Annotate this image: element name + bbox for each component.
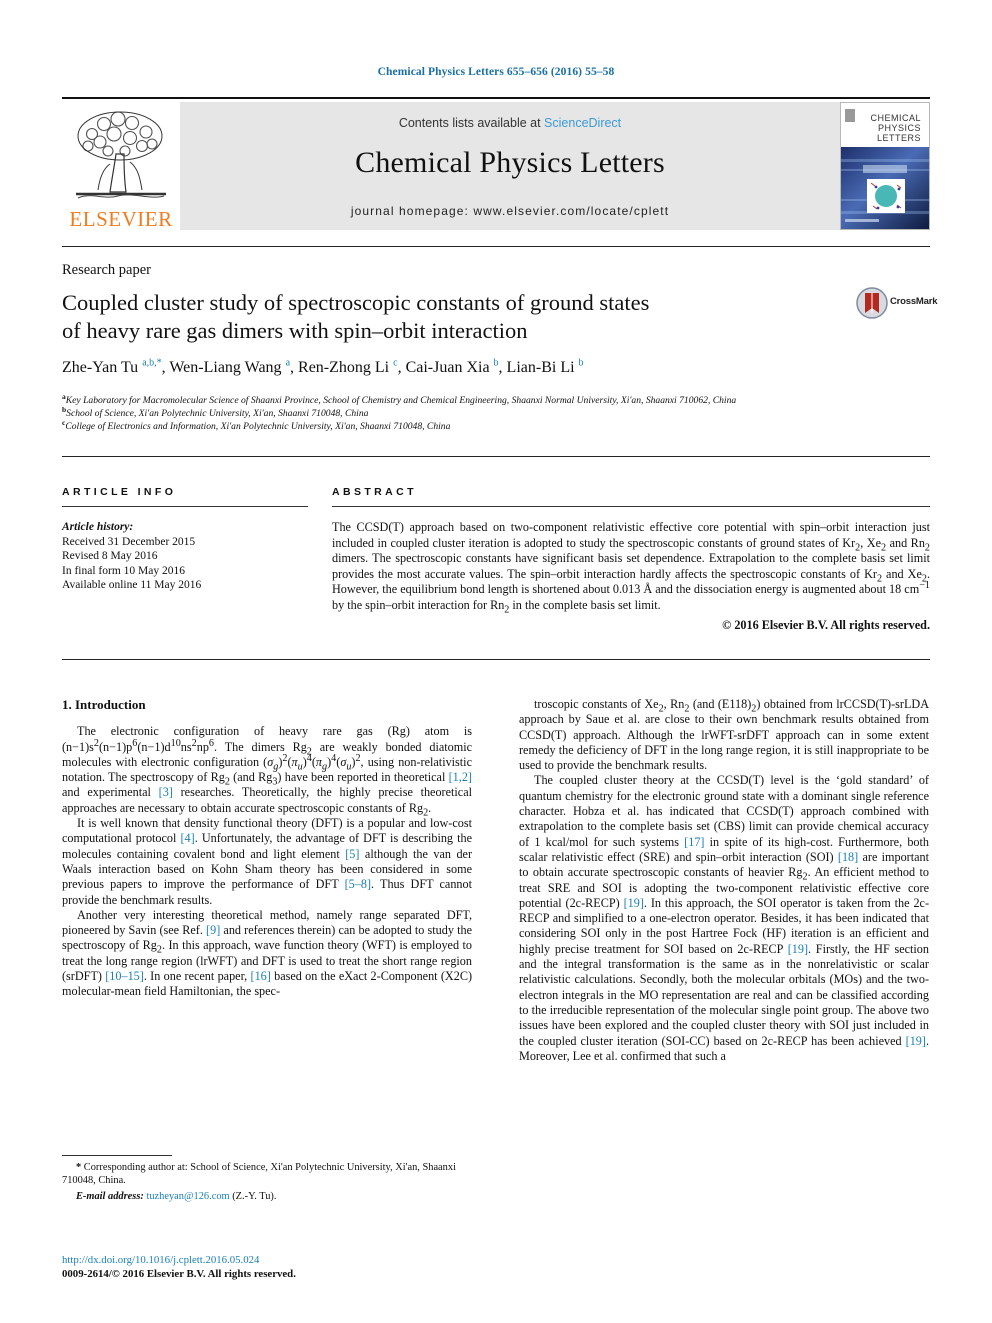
title-line-2: of heavy rare gas dimers with spin–orbit…: [62, 318, 528, 343]
svg-text:CHEMICAL: CHEMICAL: [870, 113, 921, 123]
article-info-column: Article history: Received 31 December 20…: [62, 520, 308, 593]
article-history-final: In final form 10 May 2016: [62, 564, 185, 577]
page-title: Coupled cluster study of spectroscopic c…: [62, 289, 762, 345]
footer-identifiers: http://dx.doi.org/10.1016/j.cplett.2016.…: [62, 1253, 472, 1281]
cover-artwork: CHEMICAL PHYSICS LETTERS: [841, 103, 929, 229]
contents-prefix: Contents lists available at: [398, 116, 545, 130]
affiliation-b: bSchool of Science, Xi'an Polytechnic Un…: [62, 406, 932, 421]
journal-masthead: ELSEVIER Contents lists available at Sci…: [62, 97, 930, 230]
article-history-received: Received 31 December 2015: [62, 535, 196, 548]
abstract-rule: [332, 506, 930, 507]
article-history-online: Available online 11 May 2016: [62, 579, 202, 591]
article-info-rule: [62, 506, 308, 507]
email-link[interactable]: tuzheyan@126.com: [146, 1191, 229, 1202]
article-type: Research paper: [62, 262, 151, 278]
elsevier-tree-icon: [76, 111, 166, 199]
email-attribution: (Z.-Y. Tu).: [232, 1191, 277, 1202]
masthead-center: Contents lists available at ScienceDirec…: [180, 102, 840, 230]
abstract-copyright: © 2016 Elsevier B.V. All rights reserved…: [722, 617, 930, 632]
paragraph: The electronic configuration of heavy ra…: [62, 724, 473, 819]
article-history-label: Article history:: [62, 521, 134, 533]
sciencedirect-link[interactable]: ScienceDirect: [544, 116, 621, 130]
article-page: Chemical Physics Letters 655–656 (2016) …: [0, 0, 992, 1323]
journal-title: Chemical Physics Letters: [355, 146, 665, 179]
corresponding-author-footnote: * Corresponding author at: School of Sci…: [62, 1155, 472, 1203]
article-info-heading: ARTICLE INFO: [62, 486, 177, 498]
running-head: Chemical Physics Letters 655–656 (2016) …: [377, 66, 615, 78]
affiliation-text-a: Key Laboratory for Macromolecular Scienc…: [65, 395, 737, 406]
abstract-heading: ABSTRACT: [332, 486, 417, 498]
paragraph: It is well known that density functional…: [62, 816, 473, 907]
affiliation-a: aKey Laboratory for Macromolecular Scien…: [62, 393, 932, 408]
affiliation-c: cCollege of Electronics and Information,…: [62, 419, 932, 434]
paragraph: The coupled cluster theory at the CCSD(T…: [519, 773, 930, 1063]
contents-available-line: Contents lists available at ScienceDirec…: [180, 116, 840, 130]
paragraph: troscopic constants of Xe2, Rn2 (and (E1…: [519, 697, 929, 773]
section-heading-introduction: 1. Introduction: [62, 697, 146, 712]
abstract-bottom-rule: [62, 659, 930, 660]
crossmark-icon: [856, 287, 888, 319]
abstract-body: The CCSD(T) approach based on two-compon…: [332, 520, 930, 616]
title-line-1: Coupled cluster study of spectroscopic c…: [62, 290, 650, 315]
journal-cover-thumbnail[interactable]: CHEMICAL PHYSICS LETTERS: [840, 102, 930, 230]
masthead-bottom-rule: [62, 246, 930, 247]
email-line: E-mail address: tuzheyan@126.com (Z.-Y. …: [62, 1190, 472, 1203]
body-column-right: troscopic constants of Xe2, Rn2 (and (E1…: [519, 697, 929, 1064]
abstract-column: The CCSD(T) approach based on two-compon…: [332, 520, 930, 633]
affiliation-text-b: School of Science, Xi'an Polytechnic Uni…: [66, 408, 369, 419]
issn-copyright: 0009-2614/© 2016 Elsevier B.V. All right…: [62, 1268, 296, 1280]
crossmark-badge[interactable]: CrossMark: [856, 287, 938, 321]
footnote-rule: [62, 1155, 172, 1156]
abstract-top-rule: [62, 456, 930, 457]
elsevier-logo: ELSEVIER: [62, 102, 180, 230]
corresponding-author-note: * Corresponding author at: School of Sci…: [62, 1162, 456, 1186]
doi-link[interactable]: http://dx.doi.org/10.1016/j.cplett.2016.…: [62, 1253, 472, 1267]
paragraph: Another very interesting theoretical met…: [62, 907, 473, 999]
affiliation-text-c: College of Electronics and Information, …: [65, 421, 451, 432]
email-label: E-mail address:: [76, 1191, 144, 1202]
svg-text:LETTERS: LETTERS: [877, 133, 921, 143]
author-list: Zhe-Yan Tu a,b,*, Wen-Liang Wang a, Ren-…: [62, 357, 584, 376]
elsevier-wordmark: ELSEVIER: [69, 207, 173, 231]
journal-homepage-link[interactable]: journal homepage: www.elsevier.com/locat…: [180, 204, 840, 218]
svg-text:PHYSICS: PHYSICS: [878, 123, 921, 133]
crossmark-label: CrossMark: [890, 296, 938, 307]
body-column-left: 1. Introduction The electronic configura…: [62, 697, 472, 1000]
article-history-revised: Revised 8 May 2016: [62, 550, 158, 562]
